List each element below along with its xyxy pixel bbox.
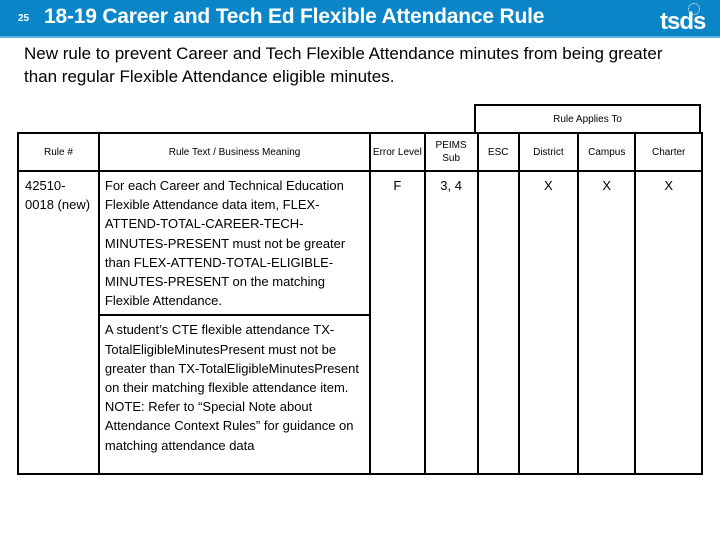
column-header-error-level: Error Level [369, 132, 426, 172]
slide-number: 25 [18, 13, 30, 24]
error-level-cell: F [369, 169, 426, 476]
business-meaning-cell: A student’s CTE flexible attendance TX-T… [97, 314, 372, 476]
intro-text: New rule to prevent Career and Tech Flex… [24, 44, 663, 86]
column-header-esc: ESC [476, 132, 520, 172]
tsds-logo: tsds [660, 3, 712, 35]
rule-text-cell: For each Career and Technical Education … [97, 169, 372, 317]
column-header-campus: Campus [577, 132, 637, 172]
peims-sub-cell: 3, 4 [423, 169, 479, 476]
column-header-district: District [517, 132, 580, 172]
rule-number-cell: 42510-0018 (new) [17, 169, 100, 476]
column-header-rule-number: Rule # [17, 132, 100, 172]
campus-cell: X [577, 169, 637, 476]
rules-table: Rule # Rule Text / Business Meaning Erro… [17, 132, 703, 476]
slide-title: 18-19 Career and Tech Ed Flexible Attend… [44, 5, 545, 28]
column-header-charter: Charter [634, 132, 703, 172]
table-row: 42510-0018 (new) For each Career and Tec… [17, 169, 703, 476]
district-cell: X [517, 169, 580, 476]
slide-header: 25 18-19 Career and Tech Ed Flexible Att… [0, 0, 720, 38]
table-header-row: Rule # Rule Text / Business Meaning Erro… [17, 132, 703, 172]
esc-cell [476, 169, 520, 476]
column-header-rule-text: Rule Text / Business Meaning [97, 132, 372, 172]
rule-applies-to-header: Rule Applies To [474, 104, 701, 132]
logo-text: tsds [660, 8, 706, 35]
column-header-peims-sub: PEIMS Sub [423, 132, 479, 172]
charter-cell: X [634, 169, 703, 476]
